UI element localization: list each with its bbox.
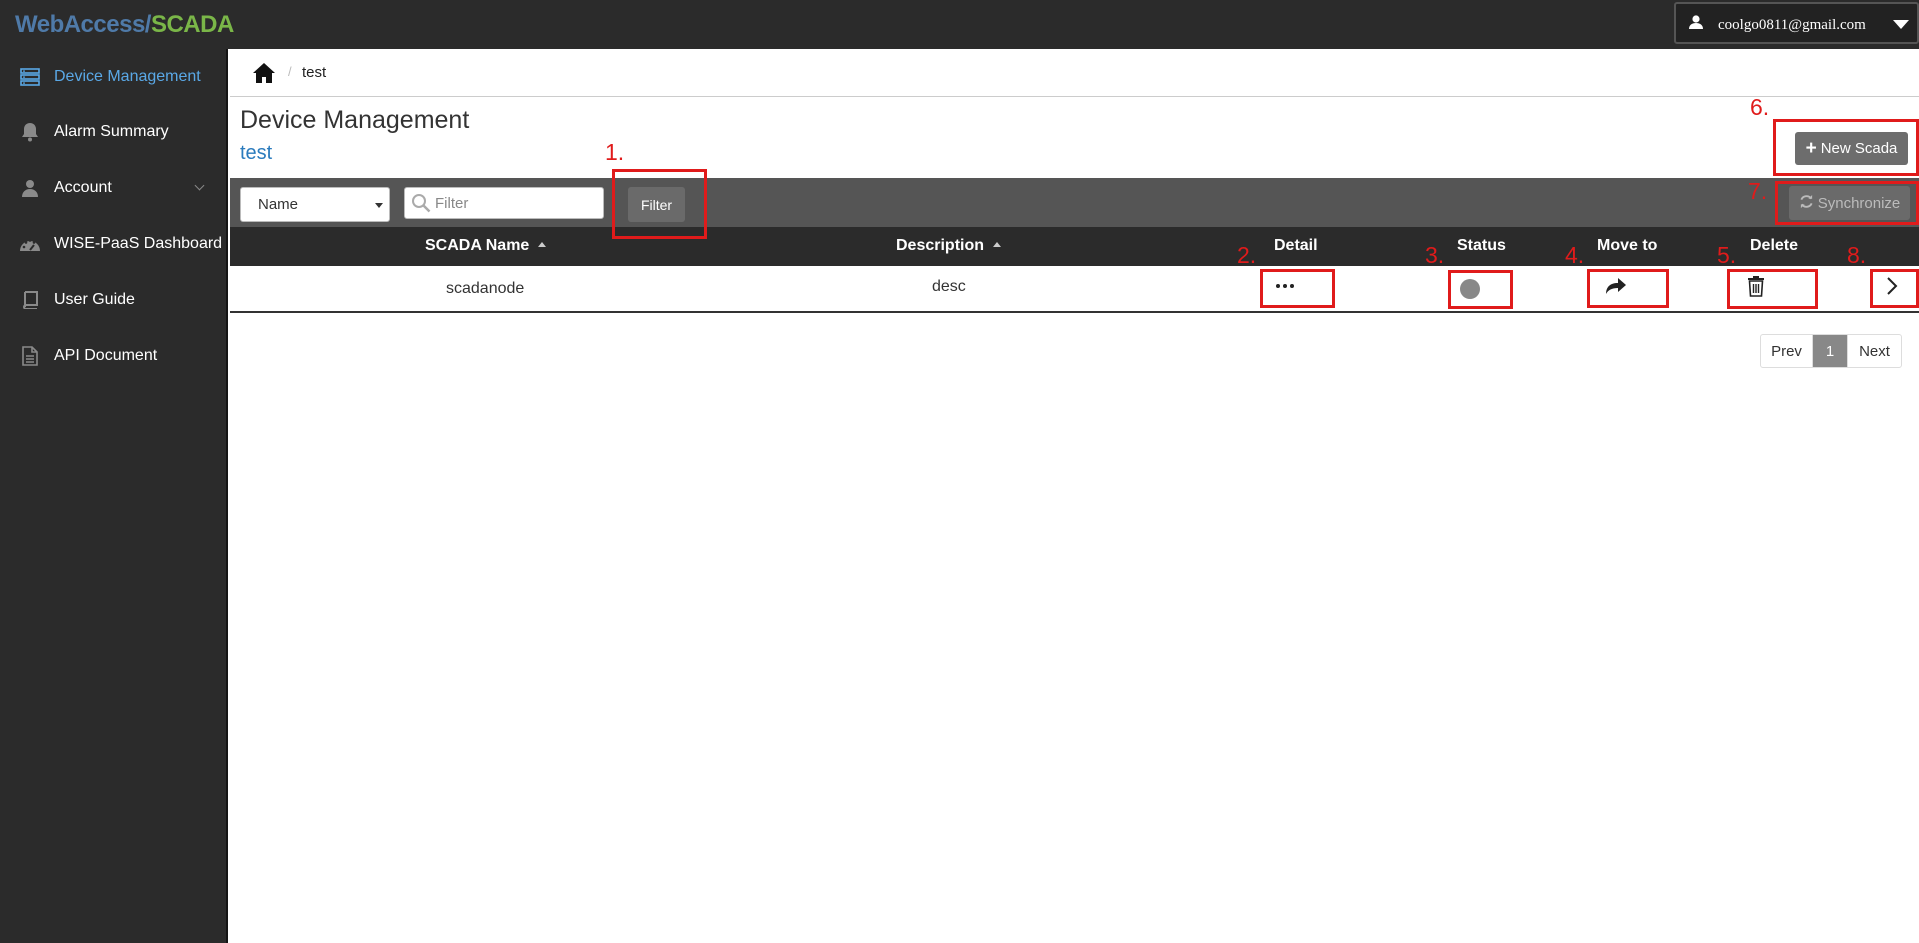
brand-logo-part1: WebAccess/ [15, 11, 151, 38]
filter-placeholder: Filter [435, 195, 469, 212]
sidebar-item-label: Device Management [54, 68, 201, 85]
annotation-box-6 [1773, 119, 1919, 176]
column-header-description[interactable]: Description [896, 237, 1002, 255]
sort-arrow-icon [993, 242, 1002, 247]
column-header-label: Description [896, 237, 985, 254]
annotation-box-2 [1260, 269, 1335, 308]
page-title: Device Management [240, 106, 470, 134]
filter-input[interactable]: Filter [404, 187, 604, 219]
brand-logo-part2: SCADA [150, 11, 234, 38]
column-header-detail: Detail [1274, 237, 1318, 254]
breadcrumb-separator: / [288, 64, 292, 79]
pagination: Prev 1 Next [1760, 334, 1902, 368]
annotation-number-1: 1. [605, 139, 625, 165]
annotation-number-8: 8. [1847, 242, 1867, 268]
top-bar: WebAccess/SCADA coolgo0811@gmail.com [0, 0, 1919, 49]
table-header: SCADA Name Description Detail Status Mov… [230, 227, 1919, 266]
column-header-status: Status [1457, 237, 1506, 254]
sidebar: Device Management Alarm Summary Account … [0, 49, 228, 943]
annotation-box-1 [612, 169, 707, 239]
column-header-move-to: Move to [1597, 237, 1658, 254]
annotation-box-8 [1870, 269, 1919, 308]
sidebar-item-api-document[interactable]: API Document [0, 336, 226, 376]
home-icon[interactable] [252, 62, 276, 89]
chevron-down-icon [375, 203, 383, 208]
sidebar-item-label: Alarm Summary [54, 123, 169, 140]
annotation-number-6: 6. [1750, 94, 1770, 120]
dashboard-icon [18, 233, 42, 255]
pagination-page-1[interactable]: 1 [1813, 335, 1847, 367]
chevron-down-icon [1893, 20, 1909, 29]
filter-field-value: Name [258, 196, 299, 213]
user-email: coolgo0811@gmail.com [1718, 17, 1866, 33]
user-icon [1688, 14, 1704, 35]
scada-name-cell: scadanode [446, 280, 525, 297]
sidebar-item-wise-paas-dashboard[interactable]: WISE-PaaS Dashboard [0, 224, 226, 264]
filter-field-select[interactable]: Name [240, 187, 390, 222]
breadcrumb: / test [230, 49, 1919, 97]
document-icon [18, 345, 42, 367]
sidebar-item-label: Account [54, 179, 112, 196]
sidebar-item-device-management[interactable]: Device Management [0, 57, 226, 97]
column-header-scada-name[interactable]: SCADA Name [425, 237, 547, 255]
description-cell: desc [932, 278, 966, 295]
book-icon [18, 289, 42, 311]
bell-icon [18, 121, 42, 143]
pagination-prev-button[interactable]: Prev [1761, 335, 1813, 367]
sidebar-item-user-guide[interactable]: User Guide [0, 280, 226, 320]
sidebar-item-label: User Guide [54, 291, 135, 308]
brand-logo[interactable]: WebAccess/SCADA [15, 11, 234, 39]
annotation-number-4: 4. [1565, 242, 1585, 268]
user-icon [18, 177, 42, 199]
chevron-down-icon [194, 180, 205, 191]
pagination-next-button[interactable]: Next [1847, 335, 1901, 367]
server-icon [18, 66, 42, 88]
annotation-box-3 [1448, 270, 1513, 309]
annotation-number-5: 5. [1717, 242, 1737, 268]
sort-arrow-icon [538, 242, 547, 247]
sidebar-item-account[interactable]: Account [0, 168, 226, 208]
column-header-delete: Delete [1750, 237, 1799, 254]
annotation-box-5 [1727, 269, 1818, 309]
sidebar-item-label: API Document [54, 347, 158, 364]
annotation-number-7: 7. [1748, 178, 1768, 204]
breadcrumb-current[interactable]: test [302, 64, 326, 81]
sidebar-item-label: WISE-PaaS Dashboard [54, 235, 223, 252]
search-icon [411, 193, 431, 217]
annotation-box-7 [1775, 181, 1919, 225]
sidebar-item-alarm-summary[interactable]: Alarm Summary [0, 112, 226, 152]
annotation-number-3: 3. [1425, 242, 1445, 268]
annotation-box-4 [1587, 269, 1669, 308]
user-menu[interactable]: coolgo0811@gmail.com [1674, 2, 1919, 44]
annotation-number-2: 2. [1237, 242, 1257, 268]
column-header-label: SCADA Name [425, 237, 530, 254]
page-subtitle: test [240, 142, 273, 164]
